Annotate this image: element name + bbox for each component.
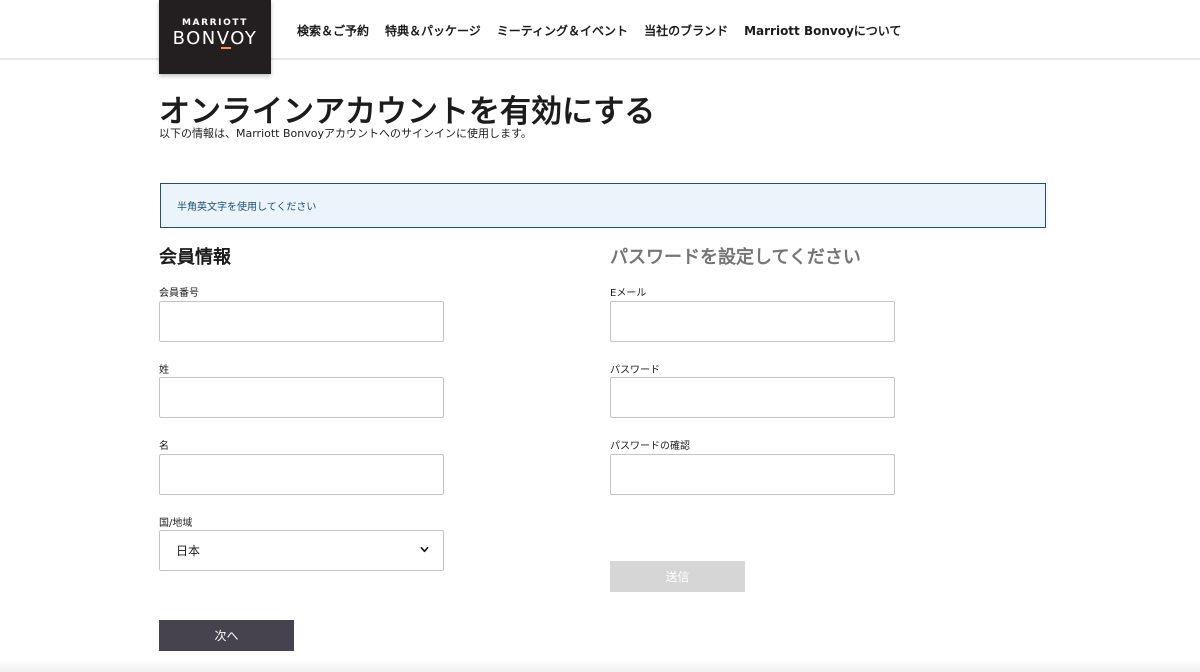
password-confirm-label: パスワードの確認 <box>610 441 690 452</box>
page-subtitle: 以下の情報は、Marriott Bonvoyアカウントへのサインインに使用します… <box>159 127 532 140</box>
chevron-down-icon <box>420 546 429 553</box>
logo-accent-mark <box>221 47 231 49</box>
nav-item-about-bonvoy[interactable]: Marriott Bonvoyについて <box>744 22 901 39</box>
main-nav: 検索＆ご予約 特典＆パッケージ ミーティング＆イベント 当社のブランド Marr… <box>297 22 917 39</box>
member-info-title: 会員情報 <box>159 247 231 268</box>
bottom-fade <box>0 660 1200 672</box>
country-select-value: 日本 <box>176 544 201 558</box>
nav-item-offers-packages[interactable]: 特典＆パッケージ <box>385 22 481 39</box>
email-label: Eメール <box>610 288 647 299</box>
info-banner-text: 半角英文字を使用してください <box>177 202 317 213</box>
nav-item-our-brands[interactable]: 当社のブランド <box>644 22 728 39</box>
logo-main-text: BONVOY <box>172 28 258 49</box>
site-header: MARRIOTT BONVOY 検索＆ご予約 特典＆パッケージ ミーティング＆イ… <box>0 0 1200 74</box>
member-number-input[interactable] <box>159 301 444 342</box>
logo-top-text: MARRIOTT <box>181 18 249 28</box>
marriott-bonvoy-logo[interactable]: MARRIOTT BONVOY <box>159 0 271 74</box>
member-number-label: 会員番号 <box>159 288 199 299</box>
nav-item-meetings-events[interactable]: ミーティング＆イベント <box>497 22 628 39</box>
password-section-title: パスワードを設定してください <box>610 247 861 268</box>
password-label: パスワード <box>610 365 660 376</box>
email-input[interactable] <box>610 301 895 342</box>
last-name-label: 姓 <box>159 365 169 376</box>
password-input[interactable] <box>610 377 895 418</box>
submit-button[interactable]: 送信 <box>610 561 745 592</box>
last-name-input[interactable] <box>159 377 444 418</box>
first-name-label: 名 <box>159 441 169 452</box>
password-confirm-input[interactable] <box>610 454 895 495</box>
country-label: 国/地域 <box>159 518 193 529</box>
first-name-input[interactable] <box>159 454 444 495</box>
info-banner: 半角英文字を使用してください <box>160 183 1046 228</box>
next-button[interactable]: 次へ <box>159 620 294 651</box>
nav-item-search-reserve[interactable]: 検索＆ご予約 <box>297 22 369 39</box>
country-select[interactable]: 日本 <box>159 530 444 571</box>
